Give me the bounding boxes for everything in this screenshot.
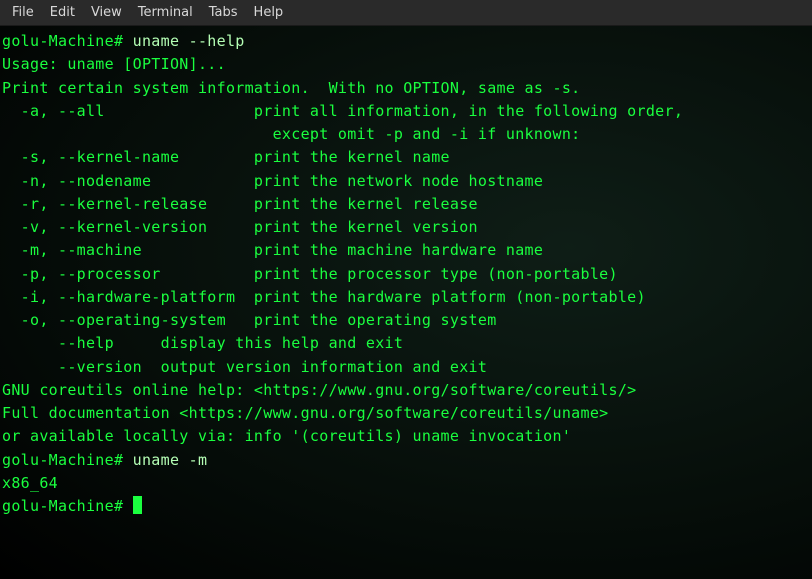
output-line: except omit -p and -i if unknown: bbox=[2, 123, 810, 146]
output-line: -r, --kernel-release print the kernel re… bbox=[2, 193, 810, 216]
menu-tabs[interactable]: Tabs bbox=[201, 1, 246, 24]
output-line: -i, --hardware-platform print the hardwa… bbox=[2, 286, 810, 309]
command-text: uname -m bbox=[133, 451, 208, 469]
cursor bbox=[133, 496, 142, 514]
output-line: or available locally via: info '(coreuti… bbox=[2, 425, 810, 448]
menu-view[interactable]: View bbox=[83, 1, 130, 24]
output-line: --version output version information and… bbox=[2, 356, 810, 379]
output-line: Usage: uname [OPTION]... bbox=[2, 53, 810, 76]
output-line: --help display this help and exit bbox=[2, 332, 810, 355]
terminal-output[interactable]: golu-Machine# uname --helpUsage: uname [… bbox=[0, 26, 812, 579]
shell-prompt: golu-Machine# bbox=[2, 451, 133, 469]
output-line: -m, --machine print the machine hardware… bbox=[2, 239, 810, 262]
output-line: -v, --kernel-version print the kernel ve… bbox=[2, 216, 810, 239]
prompt-line: golu-Machine# uname -m bbox=[2, 449, 810, 472]
output-line: Print certain system information. With n… bbox=[2, 77, 810, 100]
output-line: -s, --kernel-name print the kernel name bbox=[2, 146, 810, 169]
shell-prompt: golu-Machine# bbox=[2, 32, 133, 50]
menu-file[interactable]: File bbox=[4, 1, 42, 24]
menu-help[interactable]: Help bbox=[246, 1, 292, 24]
output-line: -a, --all print all information, in the … bbox=[2, 100, 810, 123]
output-line: -n, --nodename print the network node ho… bbox=[2, 170, 810, 193]
menubar: File Edit View Terminal Tabs Help bbox=[0, 0, 812, 26]
shell-prompt: golu-Machine# bbox=[2, 497, 133, 515]
output-line: x86_64 bbox=[2, 472, 810, 495]
prompt-line: golu-Machine# bbox=[2, 495, 810, 518]
menu-terminal[interactable]: Terminal bbox=[130, 1, 201, 24]
prompt-line: golu-Machine# uname --help bbox=[2, 30, 810, 53]
output-line: -p, --processor print the processor type… bbox=[2, 263, 810, 286]
output-line: -o, --operating-system print the operati… bbox=[2, 309, 810, 332]
output-line: Full documentation <https://www.gnu.org/… bbox=[2, 402, 810, 425]
menu-edit[interactable]: Edit bbox=[42, 1, 83, 24]
output-line: GNU coreutils online help: <https://www.… bbox=[2, 379, 810, 402]
command-text: uname --help bbox=[133, 32, 245, 50]
